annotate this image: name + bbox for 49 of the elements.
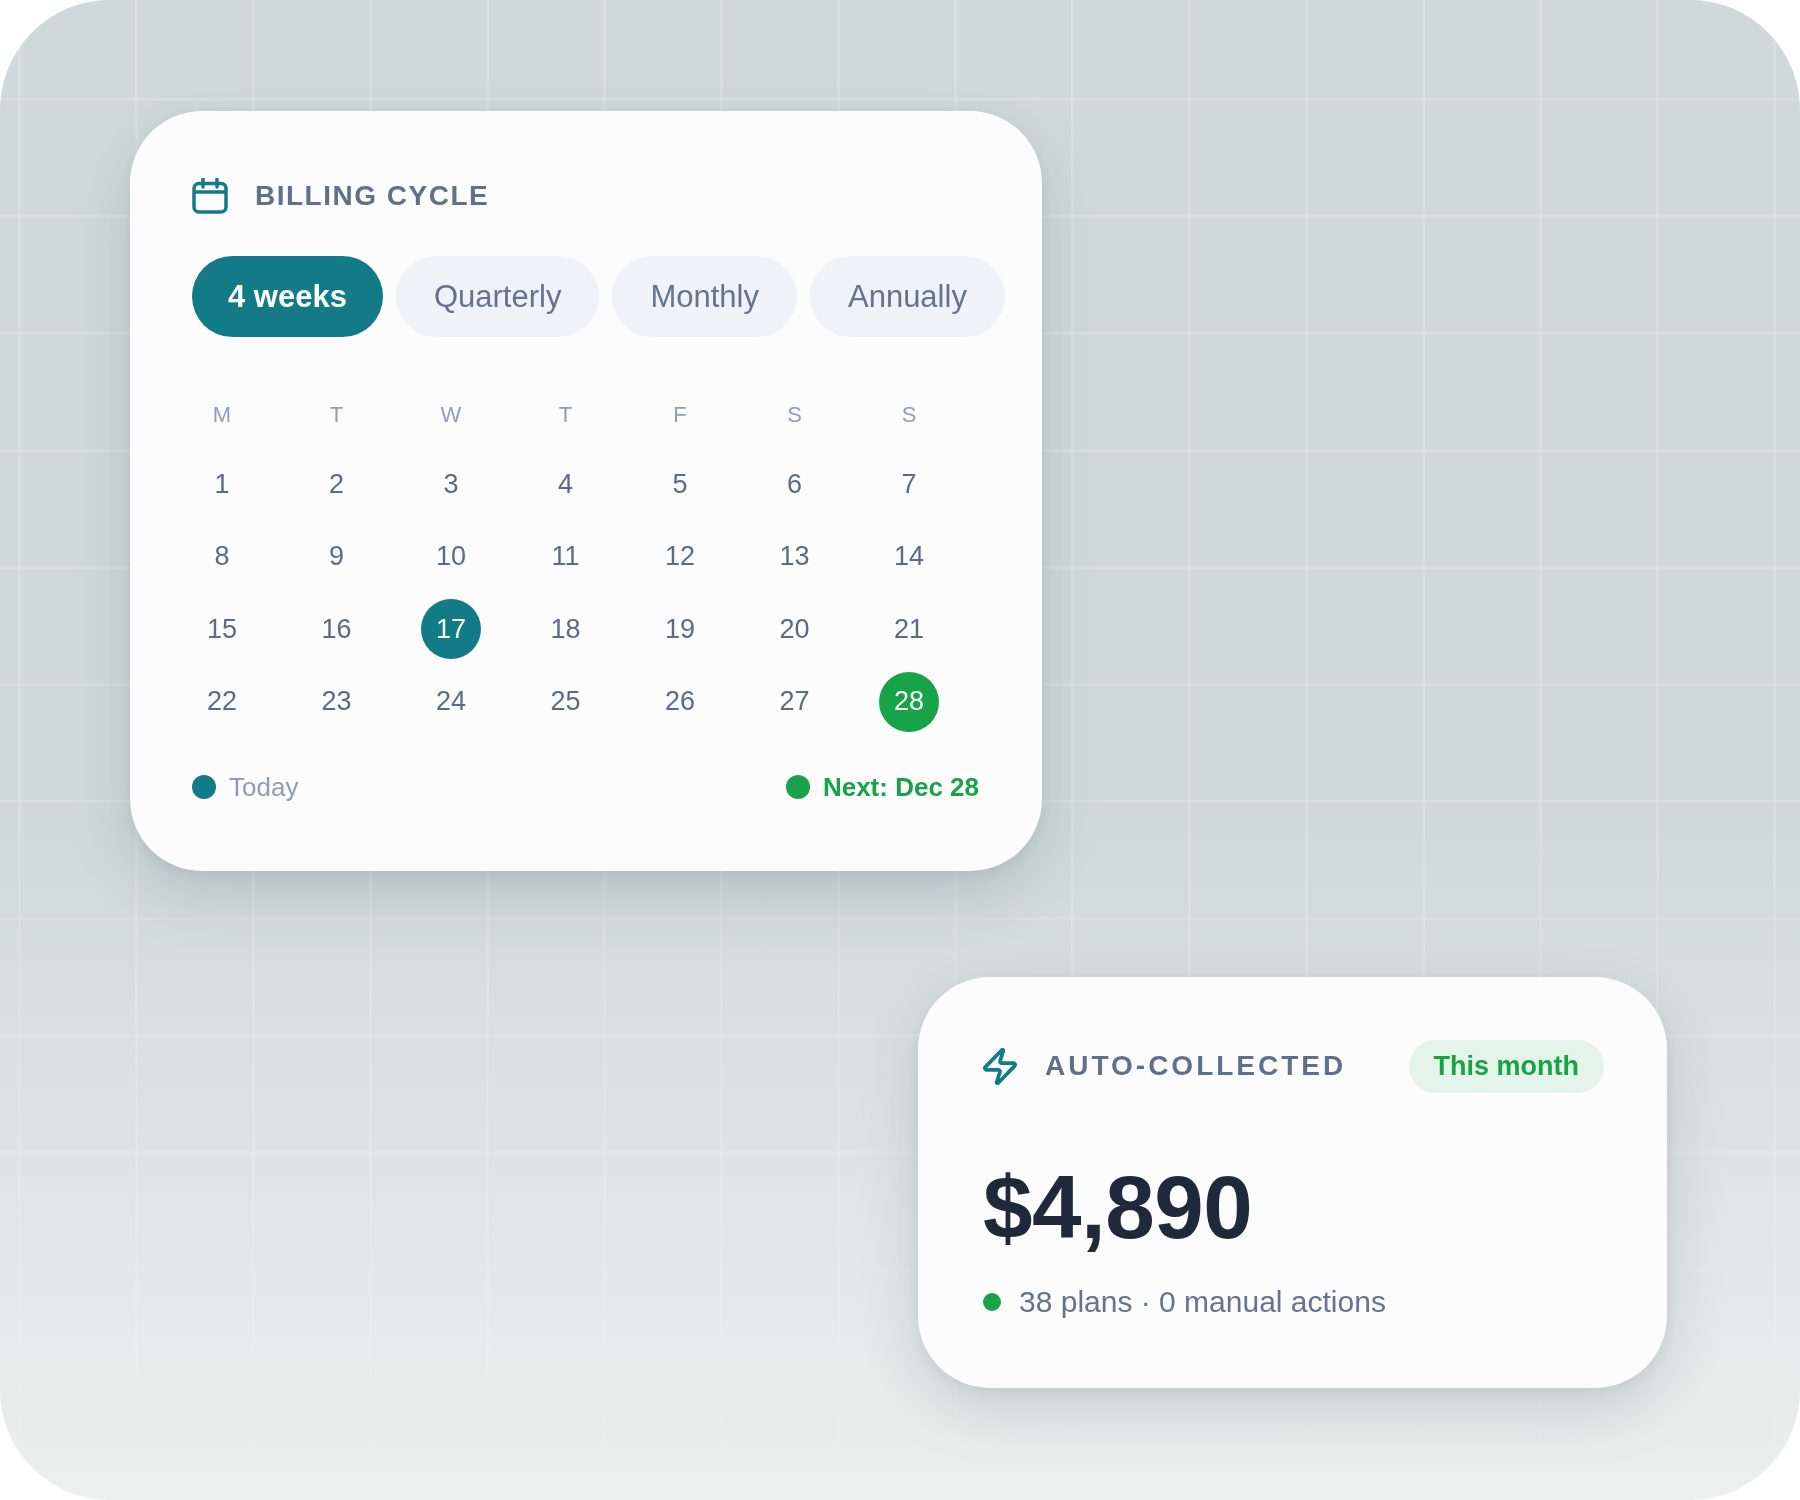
calendar-day: 27 bbox=[764, 671, 825, 732]
next-billing-date: Next: Dec 28 bbox=[822, 771, 979, 802]
amount-value: $4,890 bbox=[983, 1162, 1253, 1252]
calendar-day: 23 bbox=[306, 671, 367, 732]
calendar-day: 25 bbox=[535, 671, 596, 732]
calendar-day: 3 bbox=[421, 454, 481, 514]
weekday-label: F bbox=[672, 401, 688, 429]
calendar-day: 8 bbox=[192, 526, 252, 587]
calendar-day: 26 bbox=[650, 671, 710, 732]
legend-label: Today bbox=[229, 771, 299, 802]
calendar-day: 20 bbox=[764, 599, 825, 659]
calendar-day: 9 bbox=[306, 526, 367, 587]
calendar-day: 7 bbox=[879, 454, 939, 514]
summary-text: 38 plans · 0 manual actions bbox=[1019, 1283, 1386, 1320]
weekday-label: S bbox=[786, 401, 803, 429]
status-dot-icon bbox=[983, 1292, 1001, 1311]
card-title: AUTO-COLLECTED bbox=[1045, 1049, 1347, 1083]
weekday-label: T bbox=[557, 401, 574, 429]
calendar-day: 11 bbox=[535, 526, 596, 587]
calendar-day: 21 bbox=[879, 599, 939, 659]
weekday-label: S bbox=[900, 401, 918, 429]
calendar-day: 1 bbox=[192, 454, 252, 514]
weekday-label: W bbox=[439, 401, 463, 429]
period-badge: This month bbox=[1408, 1039, 1604, 1093]
calendar-day: 6 bbox=[764, 454, 825, 514]
calendar-day: 2 bbox=[306, 454, 367, 514]
calendar-icon bbox=[192, 178, 228, 214]
calendar-day: 14 bbox=[879, 526, 939, 587]
calendar-day: 13 bbox=[764, 526, 825, 587]
calendar-day: 19 bbox=[650, 599, 710, 659]
calendar-day: 18 bbox=[535, 599, 596, 659]
calendar-day: 4 bbox=[535, 454, 596, 514]
lightning-icon bbox=[983, 1047, 1017, 1085]
calendar-day: 17 bbox=[421, 599, 481, 659]
weekday-label: T bbox=[328, 401, 345, 429]
calendar-day: 5 bbox=[650, 454, 710, 514]
cycle-tab[interactable]: Annually bbox=[809, 256, 1005, 337]
calendar-day: 22 bbox=[192, 671, 252, 732]
calendar-day: 10 bbox=[421, 526, 481, 587]
cycle-tab[interactable]: Monthly bbox=[612, 256, 797, 337]
calendar-day: 15 bbox=[192, 599, 252, 659]
cycle-tab[interactable]: Quarterly bbox=[395, 256, 600, 337]
calendar-day: 28 bbox=[879, 671, 939, 732]
calendar-day: 16 bbox=[306, 599, 367, 659]
card-title: BILLING CYCLE bbox=[255, 179, 490, 213]
cycle-tab[interactable]: 4 weeks bbox=[192, 256, 383, 337]
calendar-day: 24 bbox=[421, 671, 481, 732]
weekday-label: M bbox=[211, 401, 233, 429]
calendar-day: 12 bbox=[650, 526, 710, 587]
